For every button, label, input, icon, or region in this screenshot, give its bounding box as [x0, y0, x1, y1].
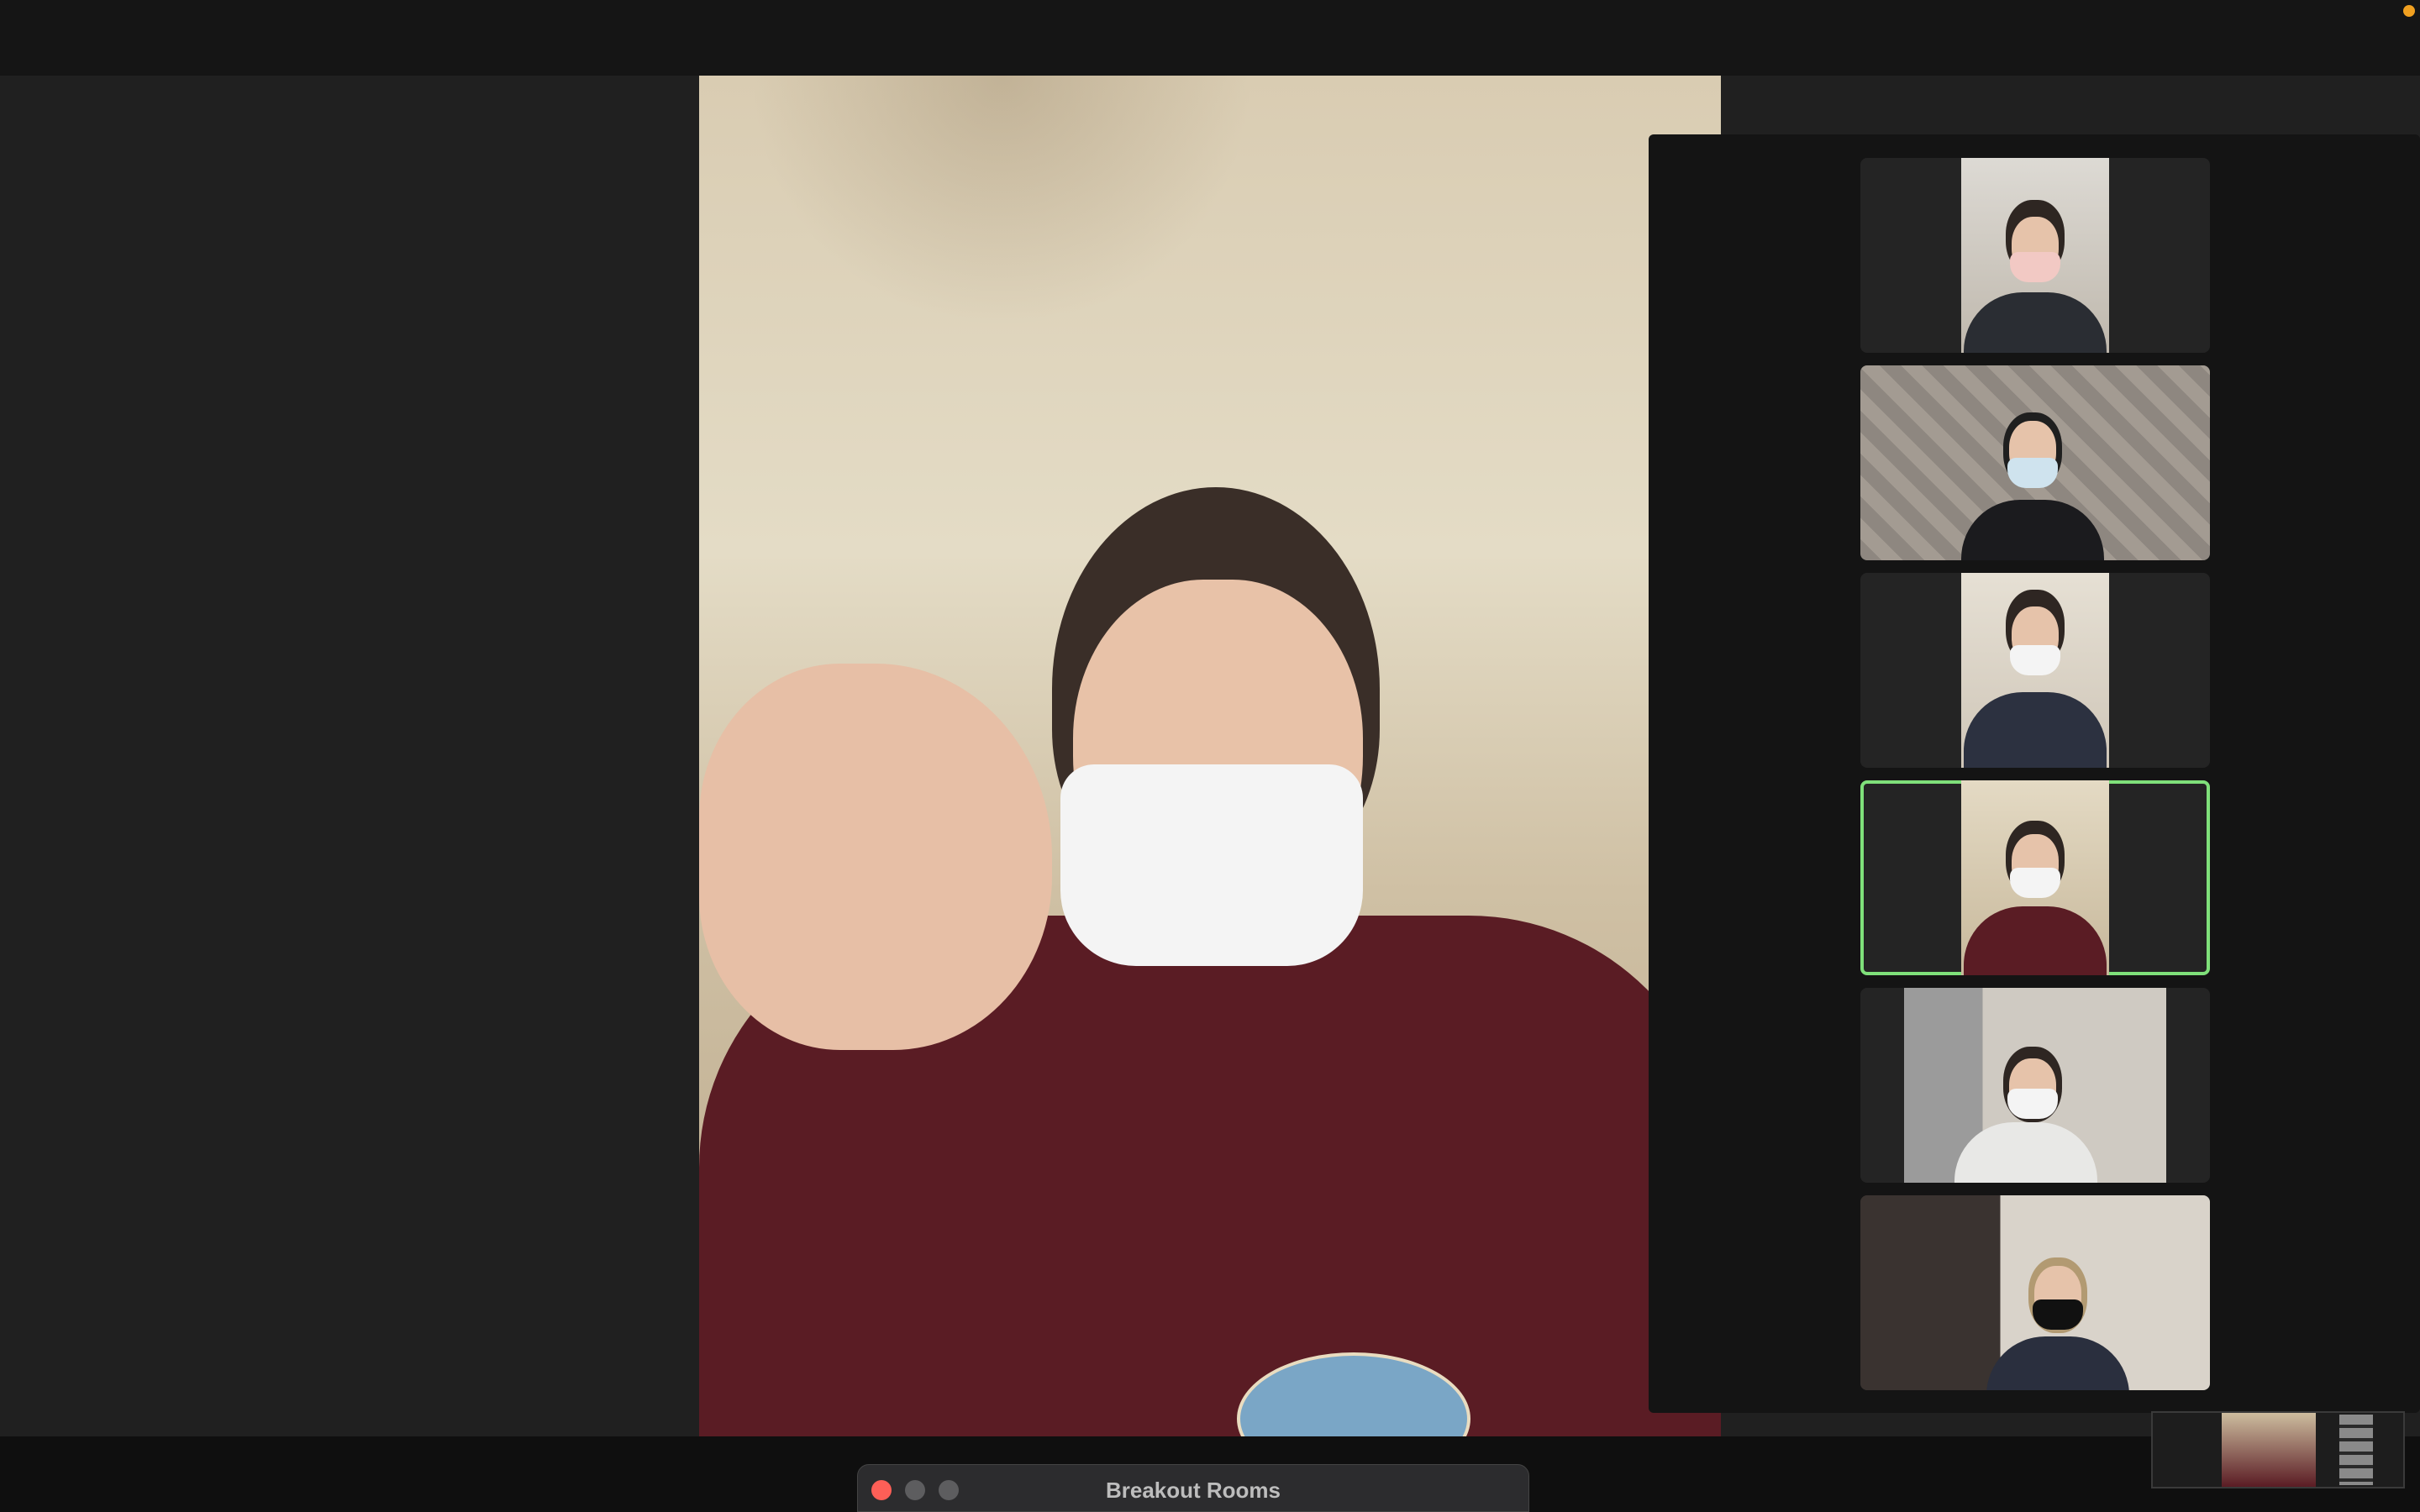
top-bar	[0, 0, 2420, 76]
participant-video	[1860, 365, 2210, 560]
mini-preview-video	[2222, 1413, 2316, 1487]
participant-video	[1961, 573, 2109, 768]
video-background	[750, 76, 1254, 328]
participant-video	[1860, 1195, 2210, 1390]
active-speaker-video[interactable]	[699, 76, 1721, 1436]
mini-preview-thumbnails	[2339, 1415, 2373, 1485]
breakout-rooms-title: Breakout Rooms	[1105, 1478, 1281, 1503]
participant-tile-5[interactable]	[1860, 988, 2210, 1183]
participant-video	[1904, 988, 2166, 1183]
meeting-mini-preview[interactable]	[2151, 1411, 2405, 1488]
gallery-panel	[1649, 134, 2420, 1413]
recording-indicator-icon	[2403, 5, 2415, 17]
video-person-mask	[1060, 764, 1363, 966]
participant-tile-1[interactable]	[1860, 158, 2210, 353]
participant-video	[1961, 780, 2109, 975]
participant-tile-3[interactable]	[1860, 573, 2210, 768]
participant-tile-2[interactable]	[1860, 365, 2210, 560]
participant-video	[1961, 158, 2109, 353]
breakout-rooms-window[interactable]: Breakout Rooms	[857, 1464, 1529, 1512]
video-person-hand	[699, 664, 1052, 1050]
participant-tile-6[interactable]	[1860, 1195, 2210, 1390]
participant-tile-4[interactable]	[1860, 780, 2210, 975]
